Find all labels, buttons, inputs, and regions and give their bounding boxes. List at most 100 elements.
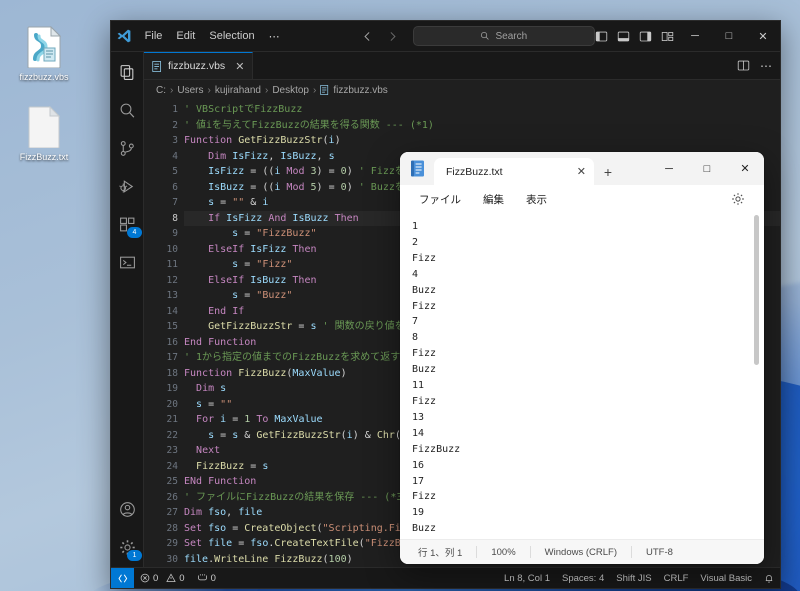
activity-settings-gear-icon[interactable]: 1 <box>115 535 142 561</box>
notepad-menu-edit[interactable]: 編集 <box>474 188 513 211</box>
extensions-badge: 4 <box>127 227 142 238</box>
activity-source-control-icon[interactable] <box>115 136 139 160</box>
back-arrow-icon[interactable] <box>361 30 374 43</box>
line-number: 15 <box>166 321 178 332</box>
status-ports[interactable]: 0 <box>191 573 222 584</box>
notepad-text-line: 2 <box>412 236 419 248</box>
breadcrumb-item-1[interactable]: Users <box>177 85 203 96</box>
error-count: 0 <box>153 572 159 584</box>
toggle-secondary-sidebar-icon[interactable] <box>639 30 652 43</box>
status-eol[interactable]: CRLF <box>658 573 695 584</box>
notepad-status-eol[interactable]: Windows (CRLF) <box>531 546 632 558</box>
notepad-status-encoding[interactable]: UTF-8 <box>632 546 687 558</box>
menu-more[interactable]: ⋯ <box>262 27 287 46</box>
notepad-scrollbar[interactable] <box>750 213 764 539</box>
line-number: 16 <box>166 336 178 348</box>
notepad-minimize-button[interactable]: ─ <box>650 152 688 185</box>
vscode-close-button[interactable]: ✕ <box>746 21 780 51</box>
breadcrumb-item-2[interactable]: kujirahand <box>215 85 261 96</box>
activity-account-icon[interactable] <box>115 497 139 521</box>
status-cursor-position[interactable]: Ln 8, Col 1 <box>498 573 556 584</box>
desktop-icon-fizzbuzz-txt[interactable]: FizzBuzz.txt <box>4 104 84 163</box>
code-line[interactable]: Function GetFizzBuzzStr(i) <box>184 133 780 149</box>
toggle-primary-sidebar-icon[interactable] <box>595 30 608 43</box>
desktop-icon-label: fizzbuzz.vbs <box>19 72 69 82</box>
notepad-maximize-button[interactable]: □ <box>688 152 726 185</box>
notepad-text-line: 13 <box>412 411 425 423</box>
customize-layout-icon[interactable] <box>661 30 674 43</box>
menu-edit[interactable]: Edit <box>169 27 202 45</box>
tab-fizzbuzz-vbs[interactable]: fizzbuzz.vbs ✕ <box>144 52 254 79</box>
line-number: 5 <box>172 166 178 177</box>
notepad-new-tab-button[interactable]: + <box>594 158 622 185</box>
error-icon <box>140 573 150 583</box>
status-problems[interactable]: 0 0 <box>134 573 191 584</box>
notepad-tab-fizzbuzz-txt[interactable]: FizzBuzz.txt ✕ <box>434 158 594 185</box>
activity-search-icon[interactable] <box>115 98 139 122</box>
line-number: 14 <box>166 305 178 317</box>
notepad-scroll-thumb[interactable] <box>754 215 759 365</box>
status-indentation[interactable]: Spaces: 4 <box>556 573 610 584</box>
breadcrumb-separator: › <box>313 84 317 96</box>
breadcrumb-separator: › <box>264 84 269 96</box>
breadcrumb-separator: › <box>170 84 174 96</box>
status-notifications-bell-icon[interactable] <box>758 573 780 584</box>
status-encoding[interactable]: Shift JIS <box>610 573 657 584</box>
remote-window-indicator[interactable] <box>111 568 134 588</box>
vbs-script-icon <box>4 24 84 70</box>
search-input[interactable]: Search <box>412 26 595 46</box>
status-bar-right[interactable]: Ln 8, Col 1 Spaces: 4 Shift JIS CRLF Vis… <box>498 573 780 584</box>
breadcrumb[interactable]: C: › Users › kujirahand › Desktop › fizz… <box>144 80 780 100</box>
menu-selection[interactable]: Selection <box>202 27 261 45</box>
split-editor-icon[interactable] <box>737 59 750 72</box>
notepad-menubar[interactable]: ファイル 編集 表示 <box>400 185 764 213</box>
activity-explorer-icon[interactable] <box>115 60 139 84</box>
code-line[interactable]: ' 値iを与えてFizzBuzzの結果を得る関数 --- (*1) <box>184 118 780 134</box>
vscode-status-bar[interactable]: 0 0 0 Ln 8, Col 1 Spaces: 4 Shift JIS CR… <box>111 567 780 588</box>
editor-actions[interactable]: ⋯ <box>737 52 780 79</box>
notepad-menu-view[interactable]: 表示 <box>517 188 556 211</box>
activity-terminal-icon[interactable] <box>115 250 139 274</box>
notepad-text-line: Buzz <box>412 284 437 296</box>
desktop: fizzbuzz.vbs FizzBuzz.txt File Edit Sele… <box>0 0 800 591</box>
vscode-layout-controls[interactable] <box>595 30 678 43</box>
warning-count: 0 <box>179 572 185 584</box>
tab-close-icon[interactable]: ✕ <box>235 60 244 73</box>
notepad-window[interactable]: FizzBuzz.txt ✕ + ─ □ ✕ ファイル 編集 表示 1 2 Fi… <box>400 152 764 564</box>
activity-run-debug-icon[interactable] <box>115 174 139 198</box>
breadcrumb-item-3[interactable]: Desktop <box>272 85 309 96</box>
notepad-text-line: 11 <box>412 380 425 392</box>
vscode-menubar[interactable]: File Edit Selection ⋯ <box>138 27 287 46</box>
notepad-text-line: 16 <box>412 459 425 471</box>
notepad-status-zoom[interactable]: 100% <box>477 546 531 558</box>
line-number: 19 <box>166 383 178 394</box>
line-number: 8 <box>172 212 178 224</box>
notepad-settings-gear-icon[interactable] <box>722 188 754 210</box>
vscode-activity-bar[interactable]: 4 1 <box>111 52 144 567</box>
notepad-text-area[interactable]: 1 2 Fizz 4 Buzz Fizz 7 8 Fizz Buzz 11 Fizz 13 14 FizzB… <box>400 213 750 539</box>
notepad-status-bar[interactable]: 行 1、列 1 100% Windows (CRLF) UTF-8 <box>400 539 764 564</box>
forward-arrow-icon[interactable] <box>386 30 399 43</box>
vscode-window-controls[interactable]: ─ □ ✕ <box>678 21 780 51</box>
toggle-panel-icon[interactable] <box>617 30 630 43</box>
line-number: 18 <box>166 367 178 379</box>
vscode-minimize-button[interactable]: ─ <box>678 21 712 51</box>
desktop-icon-fizzbuzz-vbs[interactable]: fizzbuzz.vbs <box>4 24 84 83</box>
vscode-maximize-button[interactable]: □ <box>712 21 746 51</box>
notepad-window-controls[interactable]: ─ □ ✕ <box>650 152 764 185</box>
notepad-menu-file[interactable]: ファイル <box>410 188 470 211</box>
vscode-logo-icon <box>111 28 138 44</box>
notepad-text-line: Fizz <box>412 395 437 407</box>
breadcrumb-item-0[interactable]: C: <box>156 85 166 96</box>
notepad-status-position[interactable]: 行 1、列 1 <box>400 546 478 559</box>
breadcrumb-item-4[interactable]: fizzbuzz.vbs <box>333 85 387 96</box>
vscode-tab-bar[interactable]: fizzbuzz.vbs ✕ ⋯ <box>144 52 780 80</box>
activity-extensions-icon[interactable]: 4 <box>115 212 142 238</box>
vscode-nav-arrows[interactable] <box>361 30 399 43</box>
code-line[interactable]: ' VBScriptでFizzBuzz <box>184 102 780 118</box>
menu-file[interactable]: File <box>138 27 170 45</box>
status-language-mode[interactable]: Visual Basic <box>694 573 758 584</box>
editor-more-actions-icon[interactable]: ⋯ <box>760 60 772 72</box>
notepad-tab-close-icon[interactable]: ✕ <box>577 165 586 178</box>
notepad-close-button[interactable]: ✕ <box>726 152 764 185</box>
